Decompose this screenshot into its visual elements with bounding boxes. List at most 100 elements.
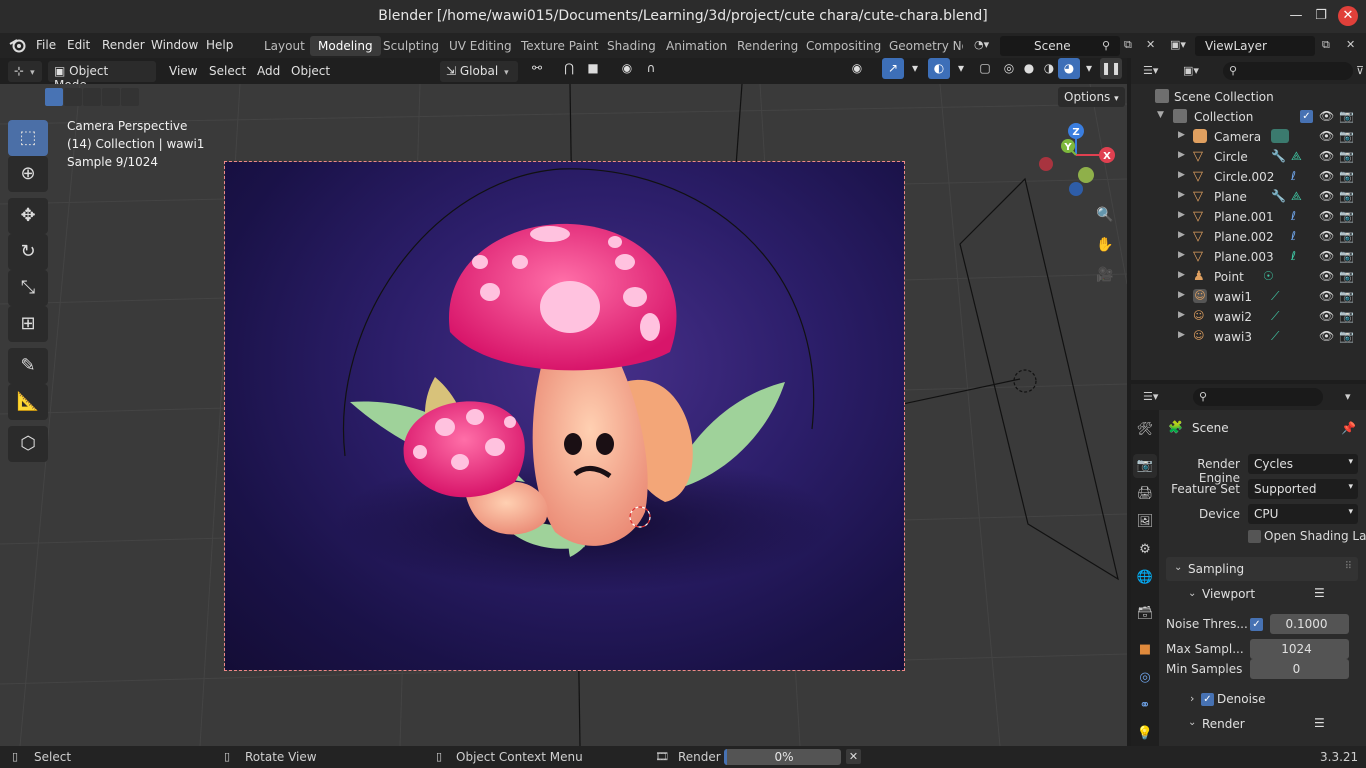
eye-icon[interactable]: 👁 <box>1319 289 1334 303</box>
noise-threshold-checkbox[interactable]: ✓ <box>1250 618 1263 631</box>
tab-shading[interactable]: Shading <box>599 36 664 56</box>
snap-target-icon[interactable]: ■ <box>582 58 604 79</box>
object-mode-dropdown[interactable]: ▣ Object Mode▾ <box>48 61 156 92</box>
noise-threshold-field[interactable]: 0.1000 <box>1270 614 1349 634</box>
move-tool-icon[interactable]: ✥ <box>8 198 48 234</box>
chevron-down-icon[interactable]: ▾ <box>904 58 926 79</box>
render-engine-dropdown[interactable]: Cycles ▾ <box>1248 454 1358 474</box>
eye-icon[interactable]: 👁 <box>1319 309 1334 323</box>
eye-icon[interactable]: 👁 <box>1319 249 1334 263</box>
menu-window[interactable]: Window <box>151 38 198 52</box>
solid-shading-icon[interactable]: ● <box>1018 58 1040 79</box>
chevron-down-icon[interactable]: ▾ <box>1078 58 1100 79</box>
tab-geometry-nodes[interactable]: Geometry Noc <box>881 36 963 56</box>
render-camera-icon[interactable]: 📷 <box>1339 169 1354 183</box>
maximize-button[interactable]: ❐ <box>1311 6 1331 26</box>
eye-icon[interactable]: 👁 <box>1319 229 1334 243</box>
data-tab-icon[interactable]: 💡 <box>1133 722 1157 746</box>
new-scene-icon[interactable]: ⧉ <box>1124 38 1132 52</box>
pin-icon[interactable]: ⚲ <box>1102 39 1110 52</box>
osl-checkbox[interactable] <box>1248 530 1261 543</box>
select-intersect-icon[interactable] <box>121 88 139 106</box>
options-dropdown[interactable]: Options ▾ <box>1058 87 1125 107</box>
curve-data-icon[interactable]: ℓ <box>1291 209 1296 223</box>
denoise-checkbox[interactable]: ✓ <box>1201 693 1214 706</box>
falloff-icon[interactable]: ∩ <box>640 58 662 79</box>
physics-tab-icon[interactable]: ◎ <box>1133 666 1157 690</box>
navigation-gizmo[interactable]: Z X Y <box>1030 119 1120 199</box>
pause-render-icon[interactable]: ❚❚ <box>1100 58 1122 79</box>
output-tab-icon[interactable]: 🖨 <box>1133 482 1157 506</box>
outliner-item-point[interactable]: ▶ ♟ Point ☉ 👁 📷 <box>1131 266 1366 286</box>
constraints-tab-icon[interactable]: ⚭ <box>1133 694 1157 718</box>
object-tab-icon[interactable]: ■ <box>1133 638 1157 662</box>
display-mode-icon[interactable]: ▣▾ <box>1183 64 1199 77</box>
proportional-edit-icon[interactable]: ◉ <box>616 58 638 79</box>
rotate-tool-icon[interactable]: ↻ <box>8 234 48 270</box>
render-camera-icon[interactable]: 📷 <box>1339 289 1354 303</box>
overlay-toggle-icon[interactable]: ◐ <box>928 58 950 79</box>
outliner-item-plane-003[interactable]: ▶ ▽ Plane.003 ℓ 👁 📷 <box>1131 246 1366 266</box>
expand-arrow-icon[interactable]: ▶ <box>1178 310 1185 320</box>
eye-icon[interactable]: 👁 <box>1319 269 1334 283</box>
cancel-render-button[interactable]: ✕ <box>846 749 861 764</box>
outliner-item-plane[interactable]: ▶ ▽ Plane 🔧 ⟁ 👁 📷 <box>1131 186 1366 206</box>
render-camera-icon[interactable]: 📷 <box>1339 329 1354 343</box>
filter-icon[interactable]: ⊽ <box>1356 64 1364 77</box>
presets-list-icon[interactable]: ☰ <box>1314 716 1325 730</box>
view-layer-selector[interactable]: ViewLayer <box>1195 36 1315 56</box>
new-view-layer-icon[interactable]: ⧉ <box>1322 38 1330 52</box>
outliner-item-wawi1[interactable]: ▶ ☺ wawi1 ⟋ 👁 📷 <box>1131 286 1366 306</box>
outliner-collection[interactable]: ▼ Collection ✓ 👁 📷 <box>1131 106 1366 126</box>
expand-arrow-icon[interactable]: ▶ <box>1178 170 1185 180</box>
transform-tool-icon[interactable]: ⊞ <box>8 306 48 342</box>
menu-select[interactable]: Select <box>209 64 246 78</box>
expand-arrow-icon[interactable]: ▶ <box>1178 290 1185 300</box>
render-tab-icon[interactable]: 📷 <box>1133 454 1157 478</box>
min-samples-field[interactable]: 0 <box>1250 659 1349 679</box>
expand-arrow-icon[interactable]: ▶ <box>1178 230 1185 240</box>
close-button[interactable]: ✕ <box>1338 6 1358 26</box>
eye-icon[interactable]: 👁 <box>1319 129 1334 143</box>
tool-tab-icon[interactable]: 🛠 <box>1133 418 1157 442</box>
eye-icon[interactable]: 👁 <box>1319 329 1334 343</box>
tab-uv-editing[interactable]: UV Editing <box>441 36 520 56</box>
device-dropdown[interactable]: CPU ▾ <box>1248 504 1358 524</box>
render-camera-icon[interactable]: 📷 <box>1339 249 1354 263</box>
sampling-section-header[interactable]: ⌄ Sampling ⠿ <box>1166 557 1358 581</box>
view-layer-icon[interactable]: ▣▾ <box>1170 38 1186 51</box>
add-cube-tool-icon[interactable]: ⬡ <box>8 426 48 462</box>
menu-help[interactable]: Help <box>206 38 233 52</box>
expand-arrow-icon[interactable]: ▶ <box>1178 330 1185 340</box>
annotate-tool-icon[interactable]: ✎ <box>8 348 48 384</box>
snap-icon[interactable]: ⋂ <box>558 58 580 79</box>
armature-data-icon[interactable]: ⟋ <box>1271 309 1279 324</box>
pin-icon[interactable]: 📌 <box>1341 421 1356 435</box>
xray-icon[interactable]: ▢ <box>974 58 996 79</box>
menu-add[interactable]: Add <box>257 64 280 78</box>
curve-data-icon[interactable]: ℓ <box>1291 229 1296 243</box>
expand-arrow-icon[interactable]: ▶ <box>1178 270 1185 280</box>
measure-tool-icon[interactable]: 📐 <box>8 384 48 420</box>
delete-view-layer-icon[interactable]: ✕ <box>1346 38 1355 51</box>
tab-animation[interactable]: Animation <box>658 36 735 56</box>
pan-hand-icon[interactable]: ✋ <box>1092 232 1118 258</box>
mesh-data-icon[interactable]: ⟁ <box>1291 149 1302 164</box>
render-camera-icon[interactable]: 📷 <box>1339 149 1354 163</box>
collection-tab-icon[interactable]: 🗃 <box>1133 602 1157 626</box>
delete-scene-icon[interactable]: ✕ <box>1146 38 1155 51</box>
chevron-down-icon[interactable]: ▾ <box>950 58 972 79</box>
outliner-search-input[interactable]: ⚲ <box>1223 62 1353 80</box>
eye-icon[interactable]: 👁 <box>1319 189 1334 203</box>
outliner-scene-collection[interactable]: Scene Collection <box>1131 86 1366 106</box>
pivot-point-icon[interactable]: ⚯ <box>526 58 548 79</box>
outliner-item-circle[interactable]: ▶ ▽ Circle 🔧 ⟁ 👁 📷 <box>1131 146 1366 166</box>
outliner-item-plane-002[interactable]: ▶ ▽ Plane.002 ℓ 👁 📷 <box>1131 226 1366 246</box>
menu-view[interactable]: View <box>169 64 197 78</box>
tab-sculpting[interactable]: Sculpting <box>375 36 447 56</box>
expand-arrow-icon[interactable]: ▶ <box>1178 250 1185 260</box>
expand-arrow-icon[interactable]: ▼ <box>1157 110 1164 120</box>
view-layer-tab-icon[interactable]: 🖼 <box>1133 510 1157 534</box>
outliner-item-wawi2[interactable]: ▶ ☺ wawi2 ⟋ 👁 📷 <box>1131 306 1366 326</box>
camera-view-icon[interactable]: 🎥 <box>1092 262 1118 288</box>
